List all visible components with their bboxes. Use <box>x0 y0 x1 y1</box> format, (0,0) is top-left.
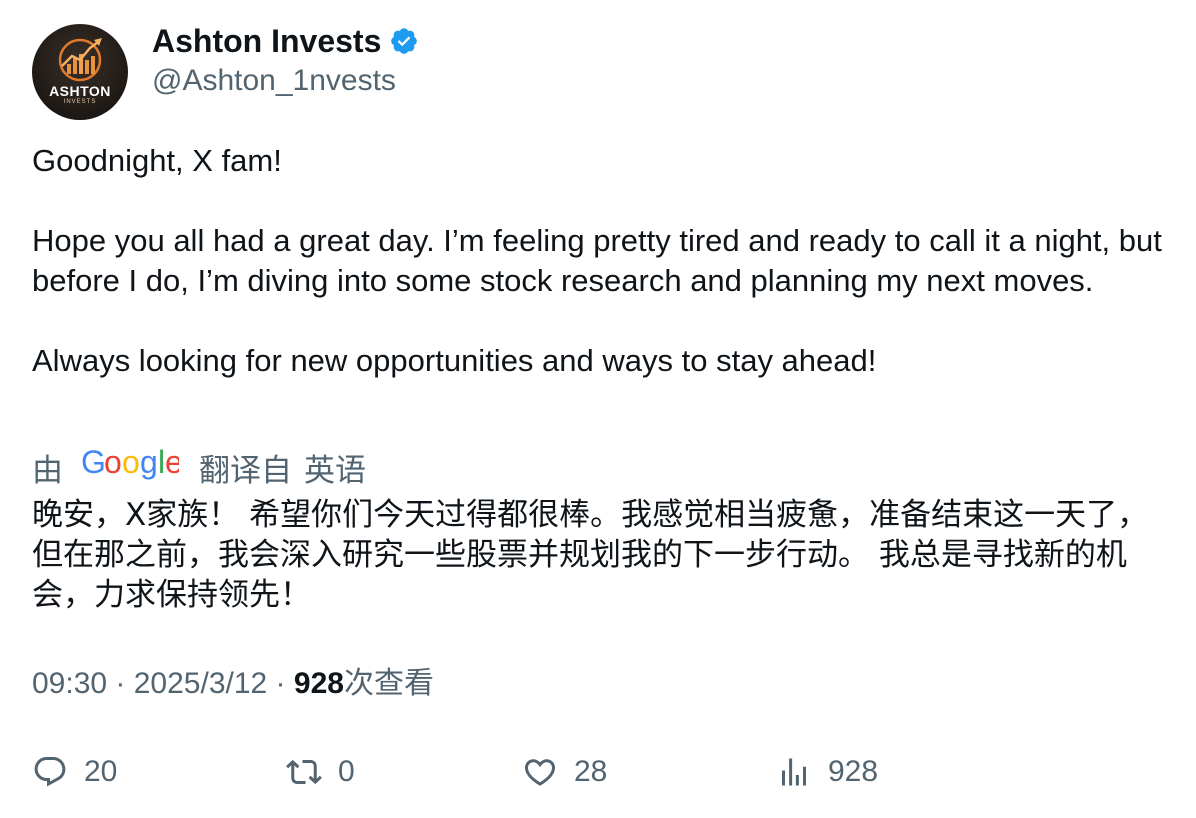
retweet-button[interactable]: 0 <box>286 748 355 796</box>
tweet-date[interactable]: 2025/3/12 <box>134 667 267 700</box>
author-name-row: Ashton Invests <box>152 22 419 60</box>
translated-from-label: 翻译自 <box>199 452 292 488</box>
svg-text:e: e <box>165 445 179 480</box>
avatar[interactable]: ASHTON INVESTS <box>32 24 128 120</box>
reply-icon <box>34 757 66 787</box>
google-logo: G o o g l e <box>81 444 183 489</box>
views-count: 928 <box>293 667 344 700</box>
avatar-brand-subtext: INVESTS <box>63 99 97 105</box>
retweet-icon <box>286 759 322 785</box>
tweet-meta: 09:30 · 2025/3/12 · 928次查看 <box>32 664 434 704</box>
retweet-count: 0 <box>338 755 355 788</box>
svg-text:G: G <box>81 445 106 480</box>
tweet-text: Goodnight, X fam! Hope you all had a gre… <box>32 141 1172 381</box>
like-count: 28 <box>574 755 608 788</box>
author-display-name[interactable]: Ashton Invests <box>152 22 381 60</box>
svg-text:g: g <box>140 445 158 480</box>
tweet-paragraph: Always looking for new opportunities and… <box>32 343 877 378</box>
svg-text:o: o <box>104 445 122 480</box>
avatar-logo-icon <box>58 38 102 82</box>
svg-text:o: o <box>122 445 140 480</box>
views-button[interactable]: 928 <box>776 748 878 796</box>
verified-badge-icon[interactable] <box>389 26 419 56</box>
action-bar: 20 0 28 928 <box>0 748 1196 796</box>
like-button[interactable]: 28 <box>522 748 607 796</box>
translation-attribution[interactable]: 由 G o o g l e 翻译自 英语 <box>32 444 366 489</box>
source-language: 英语 <box>304 452 366 488</box>
translated-text: 晚安，X家族！ 希望你们今天过得都很棒。我感觉相当疲惫，准备结束这一天了，但在那… <box>32 497 1149 613</box>
reply-button[interactable]: 20 <box>32 748 117 796</box>
like-icon <box>524 759 556 786</box>
views-action-count: 928 <box>828 755 879 788</box>
reply-count: 20 <box>84 755 118 788</box>
meta-separator: · <box>267 667 294 700</box>
views-icon <box>782 758 806 786</box>
tweet-paragraph: Hope you all had a great day. I’m feelin… <box>32 223 1162 298</box>
translated-by-label: 由 <box>32 452 63 488</box>
tweet-time[interactable]: 09:30 <box>32 667 107 700</box>
author-handle[interactable]: @Ashton_1nvests <box>152 62 396 100</box>
meta-separator: · <box>107 667 134 700</box>
avatar-brand-text: ASHTON <box>49 83 111 99</box>
tweet-paragraph: Goodnight, X fam! <box>32 143 282 178</box>
views-label: 次查看 <box>343 667 434 700</box>
